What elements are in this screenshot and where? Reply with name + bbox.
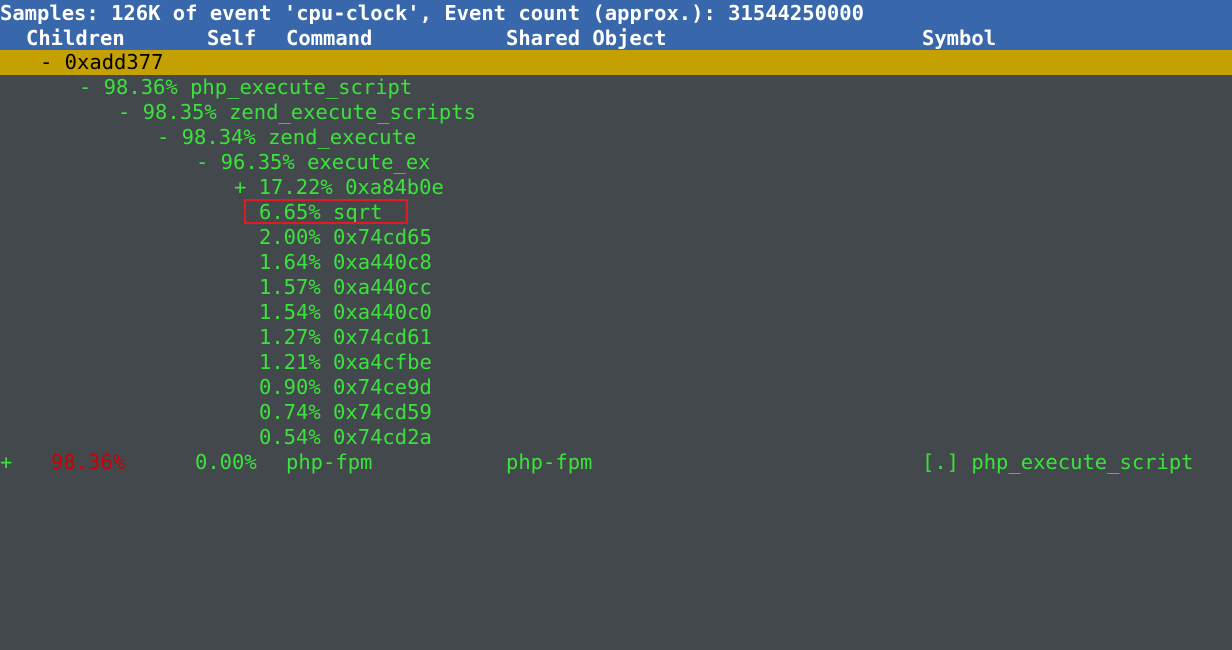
perf-report-window: Samples: 126K of event 'cpu-clock', Even… — [0, 0, 1232, 475]
tree-entry: 0.90% 0x74ce9d — [259, 375, 432, 399]
tree-row[interactable]: 2.00% 0x74cd65 — [0, 225, 1232, 250]
tree-row[interactable]: + 17.22% 0xa84b0e — [0, 175, 1232, 200]
tree-row-highlighted[interactable]: 6.65% sqrt — [0, 200, 1232, 225]
tree-entry: - 0xadd377 — [40, 50, 164, 74]
tree-entry: 1.21% 0xa4cfbe — [259, 350, 432, 374]
samples-title: Samples: 126K of event 'cpu-clock', Even… — [0, 0, 1232, 26]
tree-row[interactable]: 1.21% 0xa4cfbe — [0, 350, 1232, 375]
tree-entry: 1.57% 0xa440cc — [259, 275, 432, 299]
tree-row[interactable]: 1.57% 0xa440cc — [0, 275, 1232, 300]
col-shared-object[interactable]: Shared Object — [506, 26, 666, 50]
tree-entry: - 96.35% execute_ex — [196, 150, 431, 174]
tree-row[interactable]: 0.54% 0x74cd2a — [0, 425, 1232, 450]
tree-row[interactable]: 1.54% 0xa440c0 — [0, 300, 1232, 325]
tree-row-selected[interactable]: - 0xadd377 — [0, 50, 1232, 75]
tree-row[interactable]: 0.74% 0x74cd59 — [0, 400, 1232, 425]
col-self[interactable]: Self — [207, 26, 256, 50]
tree-row[interactable]: - 98.34% zend_execute — [0, 125, 1232, 150]
symbol-value: [.] php_execute_script — [922, 450, 1194, 474]
expand-toggle[interactable]: + — [0, 450, 12, 475]
self-percent: 0.00% — [195, 450, 257, 474]
tree-entry: 1.27% 0x74cd61 — [259, 325, 432, 349]
column-header: Children Self Command Shared Object Symb… — [0, 26, 1232, 50]
tree-row[interactable]: 1.64% 0xa440c8 — [0, 250, 1232, 275]
tree-row[interactable]: - 96.35% execute_ex — [0, 150, 1232, 175]
tree-entry: + 17.22% 0xa84b0e — [234, 175, 444, 199]
col-command[interactable]: Command — [286, 26, 372, 50]
tree-entry: 0.54% 0x74cd2a — [259, 425, 432, 449]
shared-object-value: php-fpm — [506, 450, 593, 474]
command-value: php-fpm — [286, 450, 373, 474]
tree-row[interactable]: 1.27% 0x74cd61 — [0, 325, 1232, 350]
tree-entry: 0.74% 0x74cd59 — [259, 400, 432, 424]
tree-row[interactable]: - 98.36% php_execute_script — [0, 75, 1232, 100]
tree-entry: 2.00% 0x74cd65 — [259, 225, 432, 249]
tree-row[interactable]: - 98.35% zend_execute_scripts — [0, 100, 1232, 125]
tree-entry: - 98.35% zend_execute_scripts — [118, 100, 476, 124]
tree-row[interactable]: 0.90% 0x74ce9d — [0, 375, 1232, 400]
children-percent: 98.36% — [51, 450, 126, 474]
tree-entry: 1.54% 0xa440c0 — [259, 300, 432, 324]
col-children[interactable]: Children — [26, 26, 125, 50]
summary-row[interactable]: + 98.36% 0.00% php-fpm php-fpm [.] php_e… — [0, 450, 1232, 475]
tree-entry: 1.64% 0xa440c8 — [259, 250, 432, 274]
tree-entry: - 98.36% php_execute_script — [79, 75, 413, 99]
tree-entry: - 98.34% zend_execute — [157, 125, 417, 149]
highlight-box — [244, 199, 408, 224]
col-symbol[interactable]: Symbol — [922, 26, 996, 50]
